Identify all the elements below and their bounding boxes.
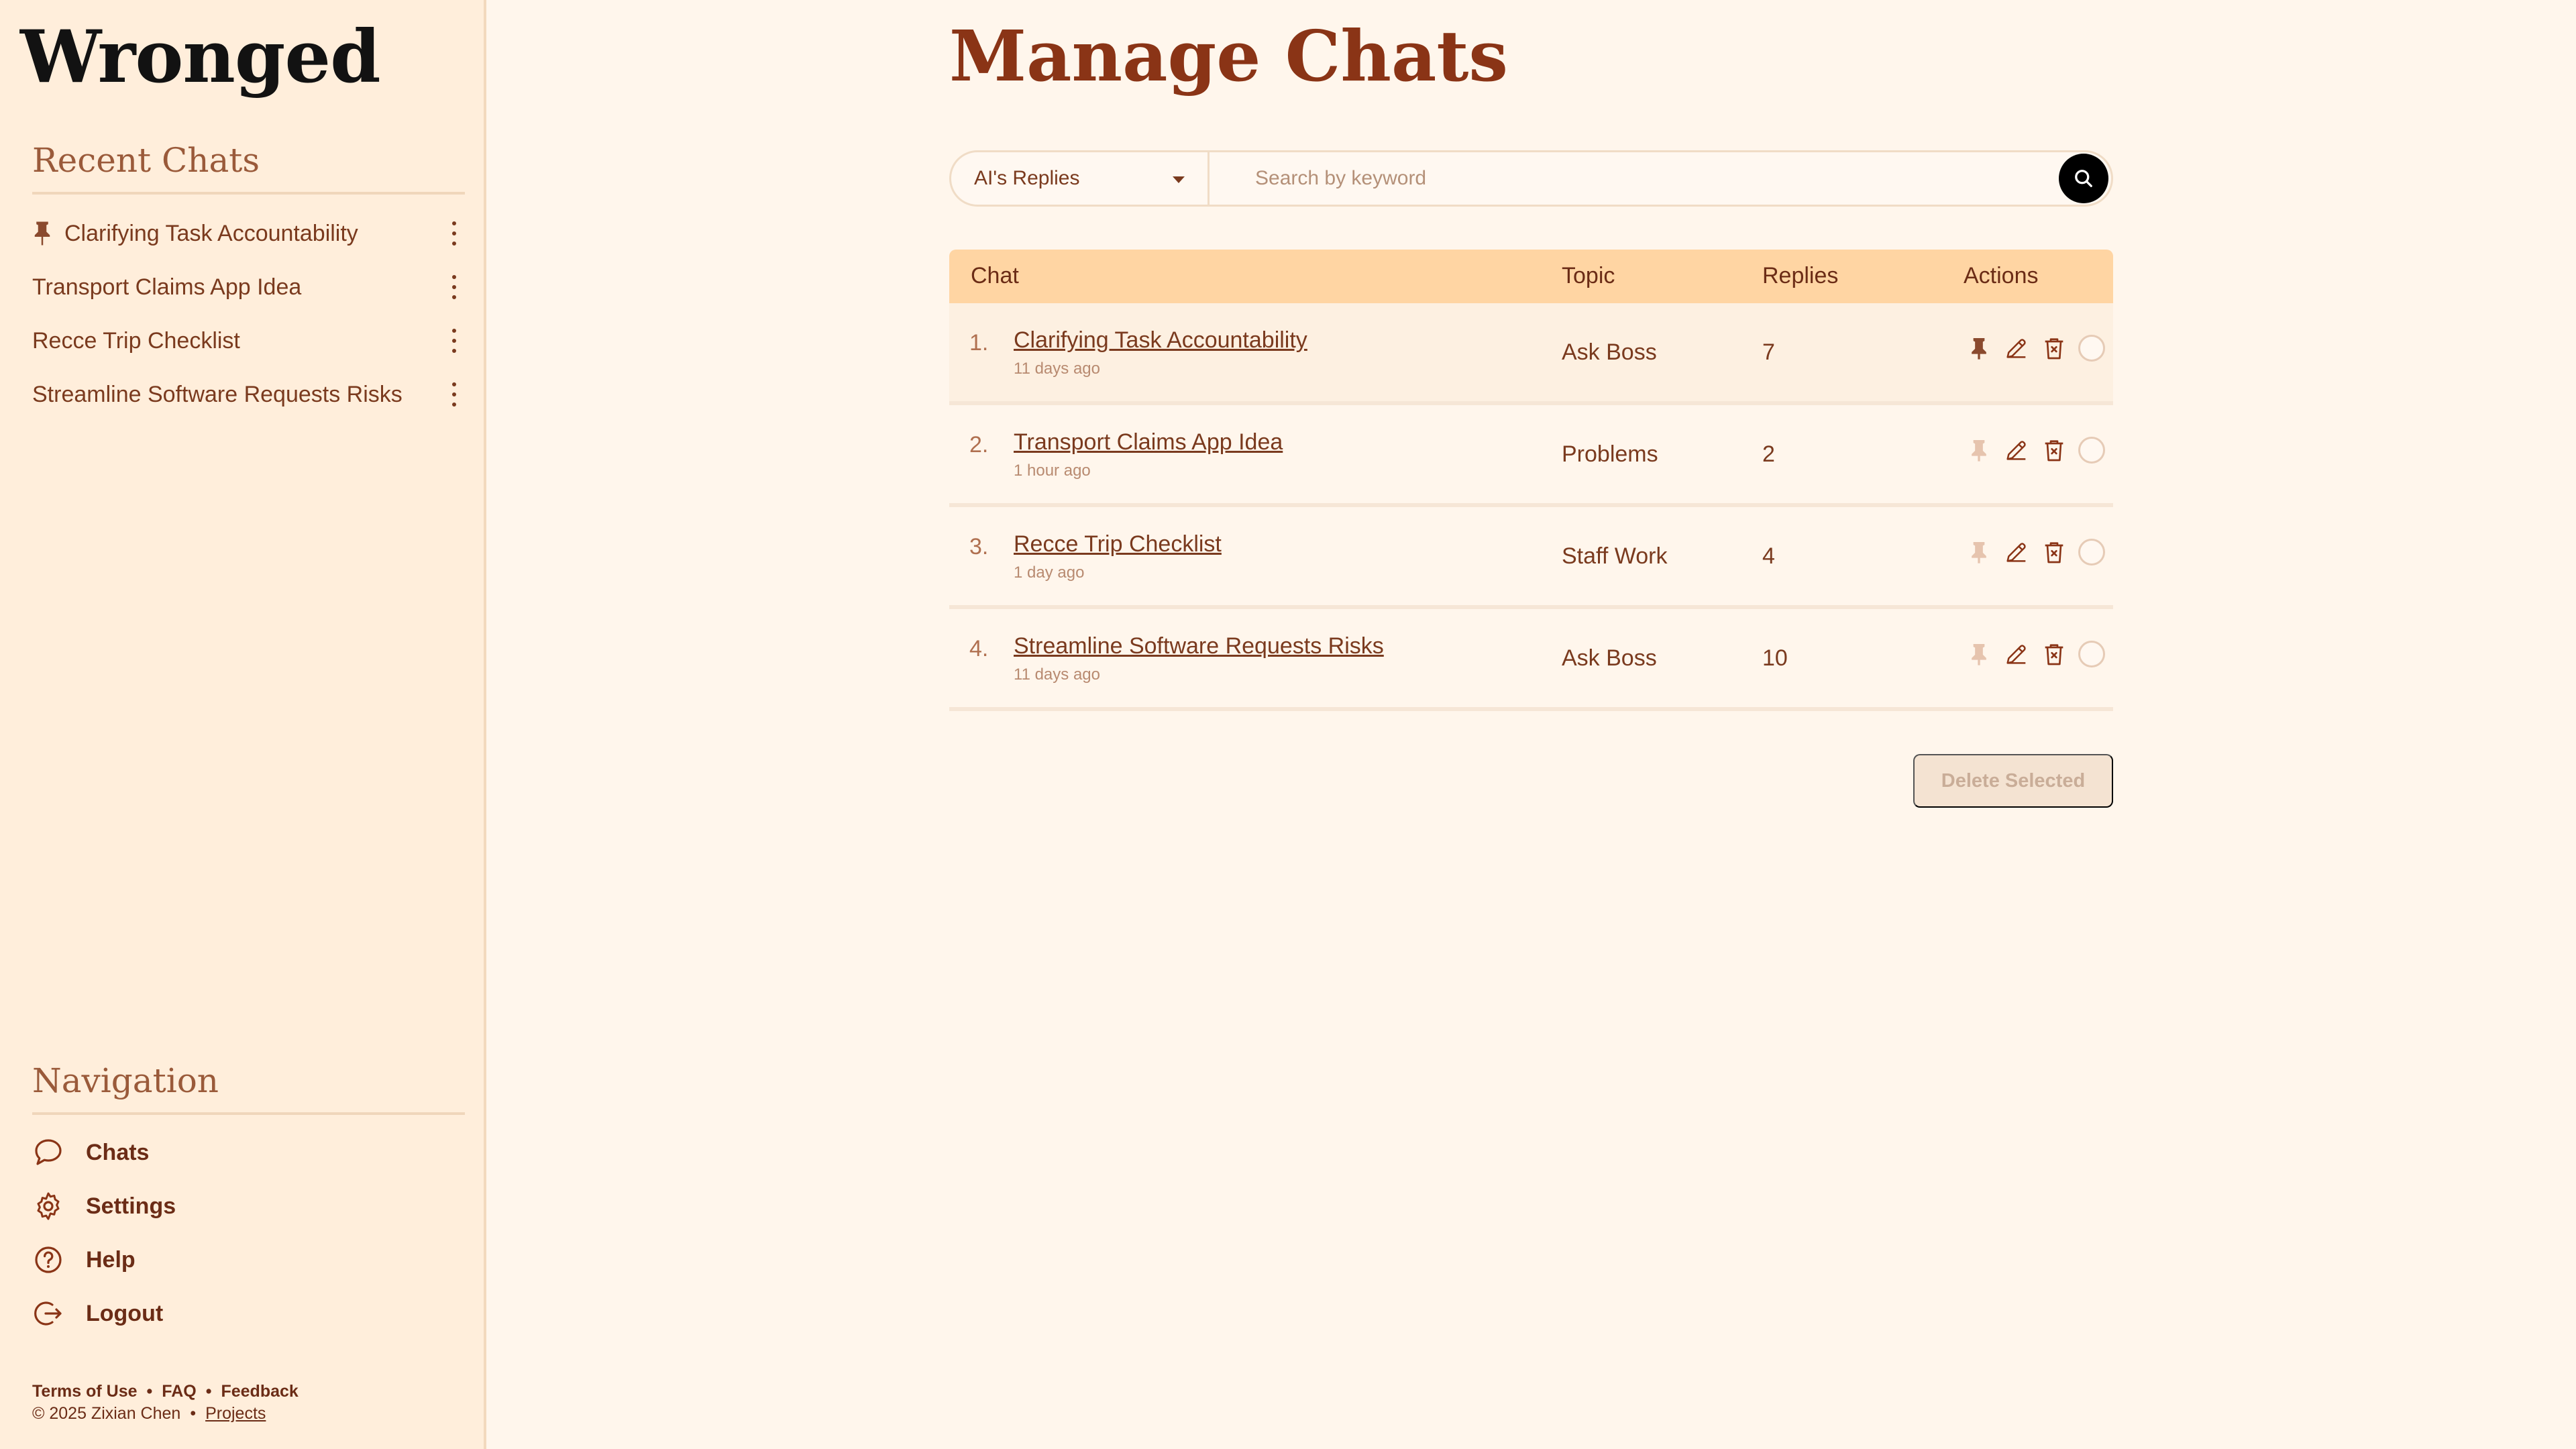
chat-timestamp: 11 days ago — [1014, 665, 1100, 684]
chat-replies-count: 4 — [1762, 543, 1775, 569]
recent-chats-divider — [32, 192, 465, 195]
recent-chats-heading: Recent Chats — [32, 141, 260, 180]
delete-selected-button[interactable]: Delete Selected — [1913, 754, 2113, 808]
row-actions — [1966, 437, 2105, 464]
delete-icon[interactable] — [2041, 641, 2068, 667]
row-select-radio[interactable] — [2078, 539, 2105, 566]
chat-title-link[interactable]: Clarifying Task Accountability — [1014, 327, 1307, 354]
question-icon — [35, 1246, 62, 1273]
chat-topic: Ask Boss — [1562, 645, 1657, 671]
pin-icon[interactable] — [1966, 335, 1992, 362]
nav-label: Help — [86, 1246, 136, 1273]
row-number: 3. — [969, 534, 989, 559]
filter-selected-value: AI's Replies — [974, 167, 1080, 189]
recent-chats-list: Clarifying Task Accountability Transport… — [0, 207, 486, 421]
pin-icon[interactable] — [1966, 539, 1992, 566]
delete-icon[interactable] — [2041, 335, 2068, 362]
chat-title-link[interactable]: Recce Trip Checklist — [1014, 531, 1222, 557]
edit-icon[interactable] — [2003, 437, 2030, 464]
more-options-icon[interactable] — [450, 221, 458, 246]
more-options-icon[interactable] — [450, 329, 458, 353]
chat-timestamp: 11 days ago — [1014, 360, 1100, 378]
more-options-icon[interactable] — [450, 275, 458, 299]
nav-label: Chats — [86, 1139, 150, 1165]
chat-timestamp: 1 hour ago — [1014, 462, 1091, 480]
pin-icon[interactable] — [1966, 641, 1992, 667]
copyright-text: © 2025 Zixian Chen — [32, 1404, 181, 1423]
edit-icon[interactable] — [2003, 641, 2030, 667]
chat-replies-count: 2 — [1762, 441, 1775, 467]
recent-chat-label: Recce Trip Checklist — [32, 327, 240, 354]
table-header: Chat Topic Replies Actions — [949, 250, 2113, 303]
edit-icon[interactable] — [2003, 539, 2030, 566]
reply-filter-dropdown[interactable]: AI's Replies — [951, 152, 1210, 205]
recent-chat-item[interactable]: Recce Trip Checklist — [0, 314, 486, 368]
app-logo[interactable]: Wronged — [20, 15, 381, 99]
search-button[interactable] — [2059, 154, 2108, 203]
delete-icon[interactable] — [2041, 437, 2068, 464]
search-input[interactable] — [1210, 152, 2059, 205]
chat-replies-count: 7 — [1762, 339, 1775, 365]
gear-icon — [37, 1192, 60, 1220]
nav-label: Settings — [86, 1193, 176, 1219]
chat-replies-count: 10 — [1762, 645, 1788, 671]
row-number: 2. — [969, 432, 989, 458]
chat-timestamp: 1 day ago — [1014, 564, 1085, 582]
pin-icon[interactable] — [1966, 437, 1992, 464]
recent-chat-item[interactable]: Streamline Software Requests Risks — [0, 368, 486, 421]
table-row: 3. Recce Trip Checklist 1 day ago Staff … — [949, 507, 2113, 609]
search-icon — [2075, 170, 2092, 187]
sidebar-footer: Terms of Use • FAQ • Feedback © 2025 Zixian … — [32, 1382, 299, 1423]
navigation-heading: Navigation — [32, 1061, 219, 1100]
nav-item-help[interactable]: Help — [0, 1233, 486, 1287]
row-select-radio[interactable] — [2078, 641, 2105, 667]
page-title: Manage Chats — [949, 15, 1508, 97]
navigation-divider — [32, 1112, 465, 1115]
recent-chat-label: Streamline Software Requests Risks — [32, 381, 402, 407]
pin-icon[interactable] — [32, 220, 52, 247]
row-actions — [1966, 641, 2105, 667]
column-header-replies[interactable]: Replies — [1762, 263, 1838, 289]
projects-link[interactable]: Projects — [205, 1404, 266, 1423]
recent-chat-item[interactable]: Clarifying Task Accountability — [0, 207, 486, 260]
logout-icon — [34, 1301, 62, 1326]
delete-icon[interactable] — [2041, 539, 2068, 566]
table-row: 4. Streamline Software Requests Risks 11… — [949, 609, 2113, 711]
column-header-chat[interactable]: Chat — [971, 263, 1019, 289]
nav-item-logout[interactable]: Logout — [0, 1287, 486, 1340]
column-header-topic[interactable]: Topic — [1562, 263, 1615, 289]
column-header-actions: Actions — [1964, 263, 2039, 288]
navigation-list: Chats Settings Help Logout — [0, 1126, 486, 1340]
table-row: 1. Clarifying Task Accountability 11 day… — [949, 303, 2113, 405]
chat-title-link[interactable]: Streamline Software Requests Risks — [1014, 633, 1384, 659]
chat-topic: Staff Work — [1562, 543, 1668, 569]
row-number: 1. — [969, 330, 989, 356]
nav-item-settings[interactable]: Settings — [0, 1179, 486, 1233]
sidebar: Wronged Recent Chats Clarifying Task Acc… — [0, 0, 486, 1449]
caret-down-icon — [1173, 176, 1185, 183]
row-select-radio[interactable] — [2078, 437, 2105, 464]
nav-item-chats[interactable]: Chats — [0, 1126, 486, 1179]
chats-table: Chat Topic Replies Actions 1. Clarifying… — [949, 250, 2113, 711]
chat-topic: Ask Boss — [1562, 339, 1657, 365]
row-actions — [1966, 335, 2105, 362]
feedback-link[interactable]: Feedback — [221, 1382, 298, 1401]
row-select-radio[interactable] — [2078, 335, 2105, 362]
recent-chat-label: Transport Claims App Idea — [32, 274, 302, 300]
edit-icon[interactable] — [2003, 335, 2030, 362]
faq-link[interactable]: FAQ — [162, 1382, 196, 1401]
chat-bubble-icon — [35, 1139, 62, 1165]
nav-label: Logout — [86, 1300, 164, 1326]
row-actions — [1966, 539, 2105, 566]
more-options-icon[interactable] — [450, 382, 458, 407]
terms-link[interactable]: Terms of Use — [32, 1382, 138, 1401]
row-number: 4. — [969, 636, 989, 661]
recent-chat-item[interactable]: Transport Claims App Idea — [0, 260, 486, 314]
table-row: 2. Transport Claims App Idea 1 hour ago … — [949, 405, 2113, 507]
search-bar: AI's Replies — [949, 150, 2113, 207]
chat-topic: Problems — [1562, 441, 1658, 467]
recent-chat-label: Clarifying Task Accountability — [64, 220, 358, 246]
chat-title-link[interactable]: Transport Claims App Idea — [1014, 429, 1283, 455]
